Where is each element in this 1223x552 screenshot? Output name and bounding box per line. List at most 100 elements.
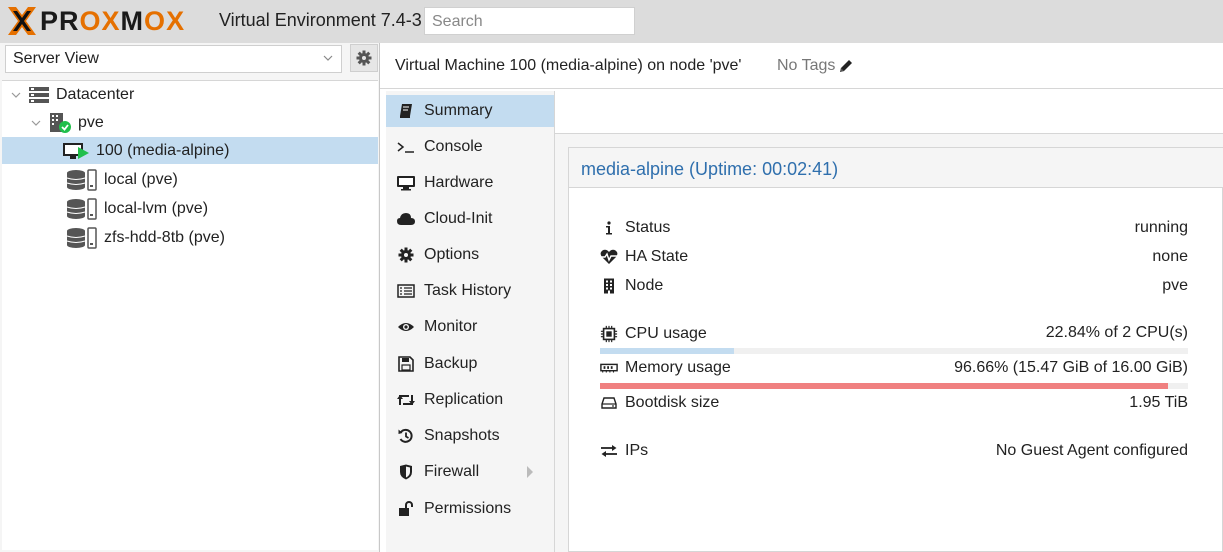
vm-header: Virtual Machine 100 (media-alpine) on no… — [380, 43, 1223, 89]
status-label: Status — [625, 219, 671, 236]
pencil-icon[interactable] — [838, 58, 854, 74]
cpu-usage-bar — [600, 348, 1188, 354]
shield-icon — [396, 464, 416, 480]
chevron-down-icon[interactable] — [10, 89, 22, 101]
nav-label: Permissions — [424, 500, 512, 517]
tree-item-label: pve — [78, 113, 104, 131]
nav-permissions[interactable]: Permissions — [386, 493, 554, 525]
bootdisk-row: Bootdisk size 1.95 TiB — [600, 393, 1190, 415]
status-row: Status running — [600, 218, 1190, 240]
nav-cloud-init[interactable]: Cloud-Init — [386, 203, 554, 235]
node-row: Node pve — [600, 276, 1190, 298]
logo-x-icon — [8, 7, 36, 35]
resource-tree-panel: Server View Datacenter pve 100 (media-al… — [0, 43, 380, 552]
nav-label: Cloud-Init — [424, 210, 493, 227]
memory-label: Memory usage — [625, 359, 731, 376]
nav-label: Firewall — [424, 463, 480, 480]
search-input[interactable]: Search — [424, 7, 635, 35]
ips-label: IPs — [625, 442, 649, 459]
memory-usage-fill — [600, 383, 1169, 389]
top-bar: PROXMOX Virtual Environment 7.4-3 Search — [0, 0, 1223, 43]
nav-backup[interactable]: Backup — [386, 348, 554, 380]
gear-icon — [396, 247, 416, 263]
bootdisk-label: Bootdisk size — [625, 394, 720, 411]
memory-row: Memory usage 96.66% (15.47 GiB of 16.00 … — [600, 358, 1190, 380]
nav-summary[interactable]: Summary — [386, 95, 554, 127]
cpu-usage-fill — [600, 348, 735, 354]
ips-row: IPs No Guest Agent configured — [600, 441, 1190, 463]
tree-item-label: local-lvm (pve) — [104, 199, 209, 217]
floppy-icon — [396, 356, 416, 372]
tree-item-datacenter[interactable]: Datacenter — [2, 81, 378, 108]
hdd-icon — [600, 397, 618, 409]
tree-item-vm-100[interactable]: 100 (media-alpine) — [2, 137, 378, 164]
tree-item-label: 100 (media-alpine) — [96, 141, 230, 159]
nav-firewall[interactable]: Firewall — [386, 456, 554, 488]
nav-snapshots[interactable]: Snapshots — [386, 420, 554, 452]
tree-item-storage-local[interactable]: local (pve) — [2, 166, 378, 193]
nav-label: Options — [424, 246, 480, 263]
status-panel: media-alpine (Uptime: 00:02:41) Status r… — [568, 147, 1223, 552]
summary-content: media-alpine (Uptime: 00:02:41) Status r… — [555, 91, 1223, 552]
eye-icon — [396, 321, 416, 333]
logo-text: PROXMOX — [40, 6, 186, 36]
memory-value: 96.66% (15.47 GiB of 16.00 GiB) — [954, 359, 1188, 376]
retweet-icon — [396, 393, 416, 407]
nav-console[interactable]: Console — [386, 131, 554, 163]
nav-hardware[interactable]: Hardware — [386, 167, 554, 199]
storage-icon — [66, 226, 98, 249]
desktop-icon — [396, 175, 416, 191]
view-select[interactable]: Server View — [5, 45, 342, 73]
tree-item-pve[interactable]: pve — [2, 109, 378, 136]
nav-label: Monitor — [424, 318, 478, 335]
chevron-down-icon[interactable] — [30, 117, 42, 129]
vm-running-icon — [62, 141, 90, 161]
book-icon — [396, 103, 416, 119]
info-icon — [600, 221, 618, 235]
nav-label: Console — [424, 138, 483, 155]
tree-item-storage-local-lvm[interactable]: local-lvm (pve) — [2, 195, 378, 222]
node-value: pve — [1162, 277, 1188, 294]
vm-title: Virtual Machine 100 (media-alpine) on no… — [395, 57, 742, 74]
exchange-icon — [600, 444, 618, 458]
tree-item-label: Datacenter — [56, 85, 135, 103]
tree-item-label: local (pve) — [104, 170, 178, 188]
tags-area[interactable]: No Tags — [777, 57, 854, 75]
nav-task-history[interactable]: Task History — [386, 275, 554, 307]
panel-title: media-alpine (Uptime: 00:02:41) — [569, 148, 1223, 188]
node-online-icon — [48, 112, 72, 134]
node-label: Node — [625, 277, 664, 294]
ha-state-label: HA State — [625, 248, 689, 265]
ips-value: No Guest Agent configured — [995, 442, 1188, 459]
nav-replication[interactable]: Replication — [386, 384, 554, 416]
terminal-icon — [396, 140, 416, 154]
tree-settings-button[interactable] — [350, 44, 378, 72]
cpu-value: 22.84% of 2 CPU(s) — [1045, 324, 1188, 341]
nav-label: Task History — [424, 282, 512, 299]
gear-icon — [356, 50, 372, 66]
list-icon — [396, 284, 416, 298]
tree-item-storage-zfs[interactable]: zfs-hdd-8tb (pve) — [2, 224, 378, 251]
chevron-down-icon — [323, 55, 333, 61]
cloud-icon — [396, 212, 416, 226]
bootdisk-value: 1.95 TiB — [1129, 394, 1188, 411]
nav-options[interactable]: Options — [386, 239, 554, 271]
nav-label: Snapshots — [424, 427, 500, 444]
summary-toolbar — [555, 91, 1223, 134]
proxmox-logo[interactable]: PROXMOX — [6, 6, 185, 36]
heartbeat-icon — [600, 249, 618, 265]
view-select-value: Server View — [13, 50, 99, 67]
nav-monitor[interactable]: Monitor — [386, 311, 554, 343]
tags-label: No Tags — [777, 57, 836, 74]
vm-nav-menu: Summary Console Hardware Cloud-Init Opti… — [386, 91, 555, 552]
resource-tree: Datacenter pve 100 (media-alpine) local … — [2, 80, 378, 550]
storage-icon — [66, 197, 98, 220]
cpu-row: CPU usage 22.84% of 2 CPU(s) — [600, 323, 1190, 345]
ha-state-value: none — [1152, 248, 1188, 265]
history-icon — [396, 428, 416, 444]
product-version: Virtual Environment 7.4-3 — [219, 10, 422, 30]
chevron-right-icon[interactable] — [526, 466, 534, 478]
status-value: running — [1134, 219, 1188, 236]
nav-label: Backup — [424, 355, 478, 372]
cpu-label: CPU usage — [625, 325, 707, 342]
